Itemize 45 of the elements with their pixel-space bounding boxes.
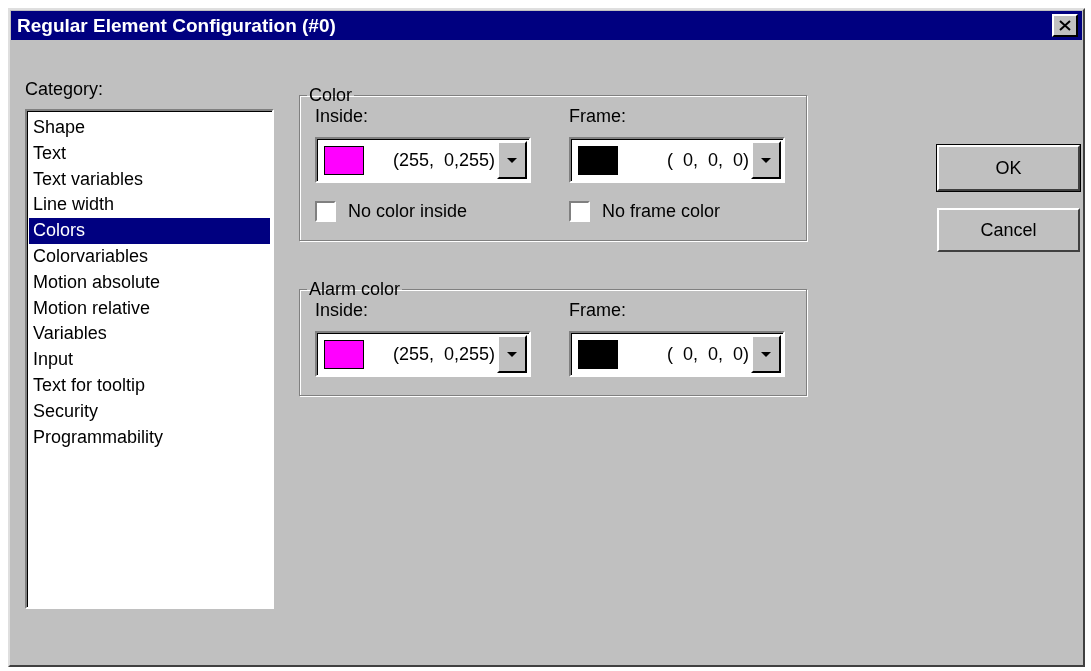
caret-icon xyxy=(507,157,517,163)
category-item[interactable]: Programmability xyxy=(29,424,270,451)
category-item[interactable]: Text for tooltip xyxy=(29,372,270,399)
dropdown-button[interactable] xyxy=(751,335,781,373)
dialog-button[interactable]: Cancel xyxy=(937,208,1080,252)
dropdown-button[interactable] xyxy=(497,335,527,373)
category-item[interactable]: Colorvariables xyxy=(29,244,270,270)
caret-icon xyxy=(507,351,517,357)
group-title: Alarm color xyxy=(308,279,402,300)
color-dropdown[interactable]: ( 0, 0, 0) xyxy=(569,331,785,377)
category-item[interactable]: Line width xyxy=(29,192,270,219)
color-dropdown[interactable]: ( 0, 0, 0) xyxy=(569,137,785,183)
color-dropdown[interactable]: (255, 0,255) xyxy=(315,331,531,377)
category-label: Category: xyxy=(25,79,105,100)
category-item[interactable]: Security xyxy=(29,398,270,425)
window-title: Regular Element Configuration (#0) xyxy=(17,14,336,37)
color-value: ( 0, 0, 0) xyxy=(665,149,750,171)
checkbox[interactable] xyxy=(569,201,590,222)
checkbox[interactable] xyxy=(315,201,336,222)
category-item[interactable]: Shape xyxy=(29,115,270,141)
color-value: ( 0, 0, 0) xyxy=(665,343,750,365)
category-item[interactable]: Input xyxy=(29,347,270,373)
picker-label: Frame: xyxy=(569,106,627,127)
category-item[interactable]: Variables xyxy=(29,321,270,348)
caret-icon xyxy=(761,157,771,163)
category-item[interactable]: Text variables xyxy=(29,166,270,193)
color-value: (255, 0,255) xyxy=(391,149,496,171)
group-title: Color xyxy=(308,85,353,106)
caret-icon xyxy=(761,351,771,357)
category-item[interactable]: Motion relative xyxy=(29,295,270,322)
dropdown-button[interactable] xyxy=(497,141,527,179)
dialog-button[interactable]: OK xyxy=(937,145,1080,191)
picker-label: Frame: xyxy=(569,300,627,321)
close-icon xyxy=(1059,20,1071,31)
checkbox-label: No frame color xyxy=(602,201,721,222)
close-button[interactable] xyxy=(1052,14,1078,37)
color-dropdown[interactable]: (255, 0,255) xyxy=(315,137,531,183)
picker-label: Inside: xyxy=(315,300,370,321)
checkbox-label: No color inside xyxy=(348,201,468,222)
category-item[interactable]: Text xyxy=(29,140,270,167)
category-item[interactable]: Colors xyxy=(29,218,270,244)
category-item[interactable]: Motion absolute xyxy=(29,269,270,296)
color-value: (255, 0,255) xyxy=(391,343,496,365)
picker-label: Inside: xyxy=(315,106,370,127)
dropdown-button[interactable] xyxy=(751,141,781,179)
